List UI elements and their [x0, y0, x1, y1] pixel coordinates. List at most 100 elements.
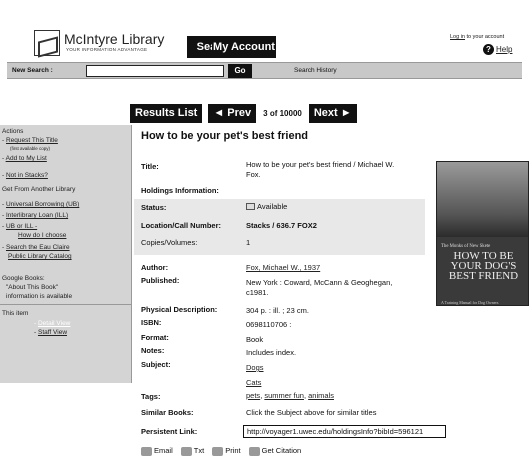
google-info-available: information is available	[6, 293, 73, 300]
published-label: Published:	[141, 276, 180, 285]
header: McIntyre Library YOUR INFORMATION ADVANT…	[0, 0, 529, 60]
physical-value: 304 p. : ill. ; 23 cm.	[246, 306, 309, 315]
location-label: Location/Call Number:	[141, 221, 222, 230]
printer-icon	[212, 446, 224, 456]
interlibrary-loan-link[interactable]: Interlibrary Loan (ILL)	[6, 212, 68, 219]
request-note: (first available copy)	[10, 146, 51, 151]
search-input[interactable]	[86, 65, 224, 77]
search-eau-claire-link-2[interactable]: Public Library Catalog	[8, 253, 72, 260]
not-in-stacks-link[interactable]: Not in Stacks?	[6, 172, 48, 179]
tags-value: pets, summer fun, animals	[246, 391, 334, 400]
add-to-list-link[interactable]: Add to My List	[6, 155, 47, 162]
eau-claire-item: - Search the Eau Claire	[2, 244, 70, 251]
about-this-book[interactable]: "About This Book"	[6, 284, 58, 292]
add-list-item: - Add to My List	[2, 155, 47, 162]
library-logo[interactable]: McIntyre Library YOUR INFORMATION ADVANT…	[34, 30, 176, 56]
login-link[interactable]: Log in	[450, 34, 465, 40]
logo-name: McIntyre Library	[64, 31, 165, 47]
this-item-heading: This item	[2, 310, 29, 317]
next-button[interactable]: Next ►	[308, 104, 357, 123]
physical-label: Physical Description:	[141, 305, 218, 314]
similar-label: Similar Books:	[141, 408, 194, 417]
staff-view-link[interactable]: Staff View	[38, 329, 67, 336]
published-value-2: c1981.	[246, 288, 269, 297]
title-label: Title:	[141, 162, 159, 171]
format-value: Book	[246, 335, 264, 344]
new-search-label: New Search :	[12, 67, 53, 74]
prev-button[interactable]: ◄ Prev	[208, 104, 257, 123]
location-value: Stacks / 636.7 FOX2	[246, 221, 317, 230]
ill-item: - Interlibrary Loan (ILL)	[2, 212, 69, 219]
isbn-label: ISBN:	[141, 318, 162, 327]
how-do-i-choose-link[interactable]: How do I choose	[18, 232, 66, 239]
tag-summer-fun-link[interactable]: summer fun	[264, 391, 304, 400]
status-text: Available	[257, 202, 288, 211]
phone-icon	[180, 446, 192, 456]
holdings-label: Holdings Information:	[141, 186, 219, 195]
author-label: Author:	[141, 263, 169, 272]
persistent-label: Persistent Link:	[141, 427, 198, 436]
universal-borrowing-link[interactable]: Universal Borrowing (UB)	[6, 201, 79, 208]
book-cover-image: The Monks of New Skete HOW TO BE YOUR DO…	[436, 161, 529, 306]
book-logo-icon	[34, 30, 60, 56]
search-bar: New Search : Go Search History	[7, 62, 522, 79]
email-action[interactable]: Email	[141, 446, 173, 456]
how-choose-item: How do I choose	[18, 232, 66, 240]
subject-dogs-link[interactable]: Dogs	[246, 363, 264, 372]
sidebar-divider	[0, 304, 131, 305]
request-title-link[interactable]: Request This Title	[6, 137, 58, 144]
cover-subtitle: A Training Manual for Dog Owners	[441, 300, 499, 305]
author-link[interactable]: Fox, Michael W., 1937	[246, 263, 320, 272]
help-label: Help	[496, 45, 513, 54]
staff-view-item: - Staff View	[34, 329, 68, 336]
citation-label: Get Citation	[261, 446, 302, 455]
help-link[interactable]: ? Help	[483, 44, 512, 55]
google-books-heading: Google Books:	[2, 275, 45, 282]
universal-item: - Universal Borrowing (UB)	[2, 201, 80, 208]
print-label: Print	[225, 446, 241, 455]
results-list-button[interactable]: Results List	[130, 104, 203, 123]
txt-label: Txt	[193, 446, 205, 455]
record-actions: Email Txt Print Get Citation	[141, 446, 301, 456]
citation-icon	[248, 446, 260, 456]
citation-action[interactable]: Get Citation	[248, 446, 302, 456]
title-value-1: How to be your pet's best friend / Micha…	[246, 160, 395, 169]
go-button[interactable]: Go	[228, 64, 252, 78]
isbn-value: 0698110706 :	[246, 320, 292, 329]
subject-cats-link[interactable]: Cats	[246, 378, 261, 387]
subject-label: Subject:	[141, 360, 171, 369]
email-icon	[141, 446, 152, 456]
tag-pets-link[interactable]: pets	[246, 391, 260, 400]
login-suffix: to your account	[465, 34, 505, 40]
cover-title: HOW TO BE YOUR DOG'S BEST FRIEND	[448, 250, 519, 282]
notes-label: Notes:	[141, 346, 165, 355]
similar-value: Click the Subject above for similar titl…	[246, 408, 377, 417]
persistent-link-field[interactable]: http://voyager1.uwec.edu/holdingsInfo?bi…	[243, 425, 446, 438]
actions-heading: Actions	[2, 128, 24, 135]
title-value-2: Fox.	[246, 170, 261, 179]
search-eau-claire-link-1[interactable]: Search the Eau Claire	[6, 244, 70, 251]
result-count: 3 of 10000	[263, 109, 302, 118]
results-navigation: Results List ◄ Prev 3 of 10000 Next ►	[130, 104, 357, 123]
my-account-tab[interactable]: My Account	[212, 36, 276, 58]
print-action[interactable]: Print	[212, 446, 241, 456]
tags-label: Tags:	[141, 392, 161, 401]
notes-value: Includes index.	[246, 348, 297, 357]
sidebar: Actions - Request This Title (first avai…	[0, 125, 132, 383]
txt-action[interactable]: Txt	[180, 446, 205, 456]
logo-tagline: YOUR INFORMATION ADVANTAGE	[66, 47, 148, 52]
tag-animals-link[interactable]: animals	[308, 391, 334, 400]
detail-view-item: - Detail View	[34, 320, 71, 327]
record-heading: How to be your pet's best friend	[141, 130, 309, 142]
available-icon	[246, 203, 255, 210]
email-label: Email	[154, 446, 173, 455]
copies-label: Copies/Volumes:	[141, 238, 198, 247]
search-history-link[interactable]: Search History	[294, 67, 337, 74]
published-value-1: New York : Coward, McCann & Geoghegan,	[246, 278, 393, 287]
login-text: Log in to your account	[450, 34, 504, 40]
detail-view-link[interactable]: Detail View	[38, 320, 70, 327]
ub-or-ill-link[interactable]: UB or ILL -	[6, 223, 37, 230]
eau-claire-item-2: Public Library Catalog	[8, 253, 72, 261]
request-title-item: - Request This Title	[2, 137, 58, 144]
get-from-library-heading: Get From Another Library	[2, 186, 76, 193]
